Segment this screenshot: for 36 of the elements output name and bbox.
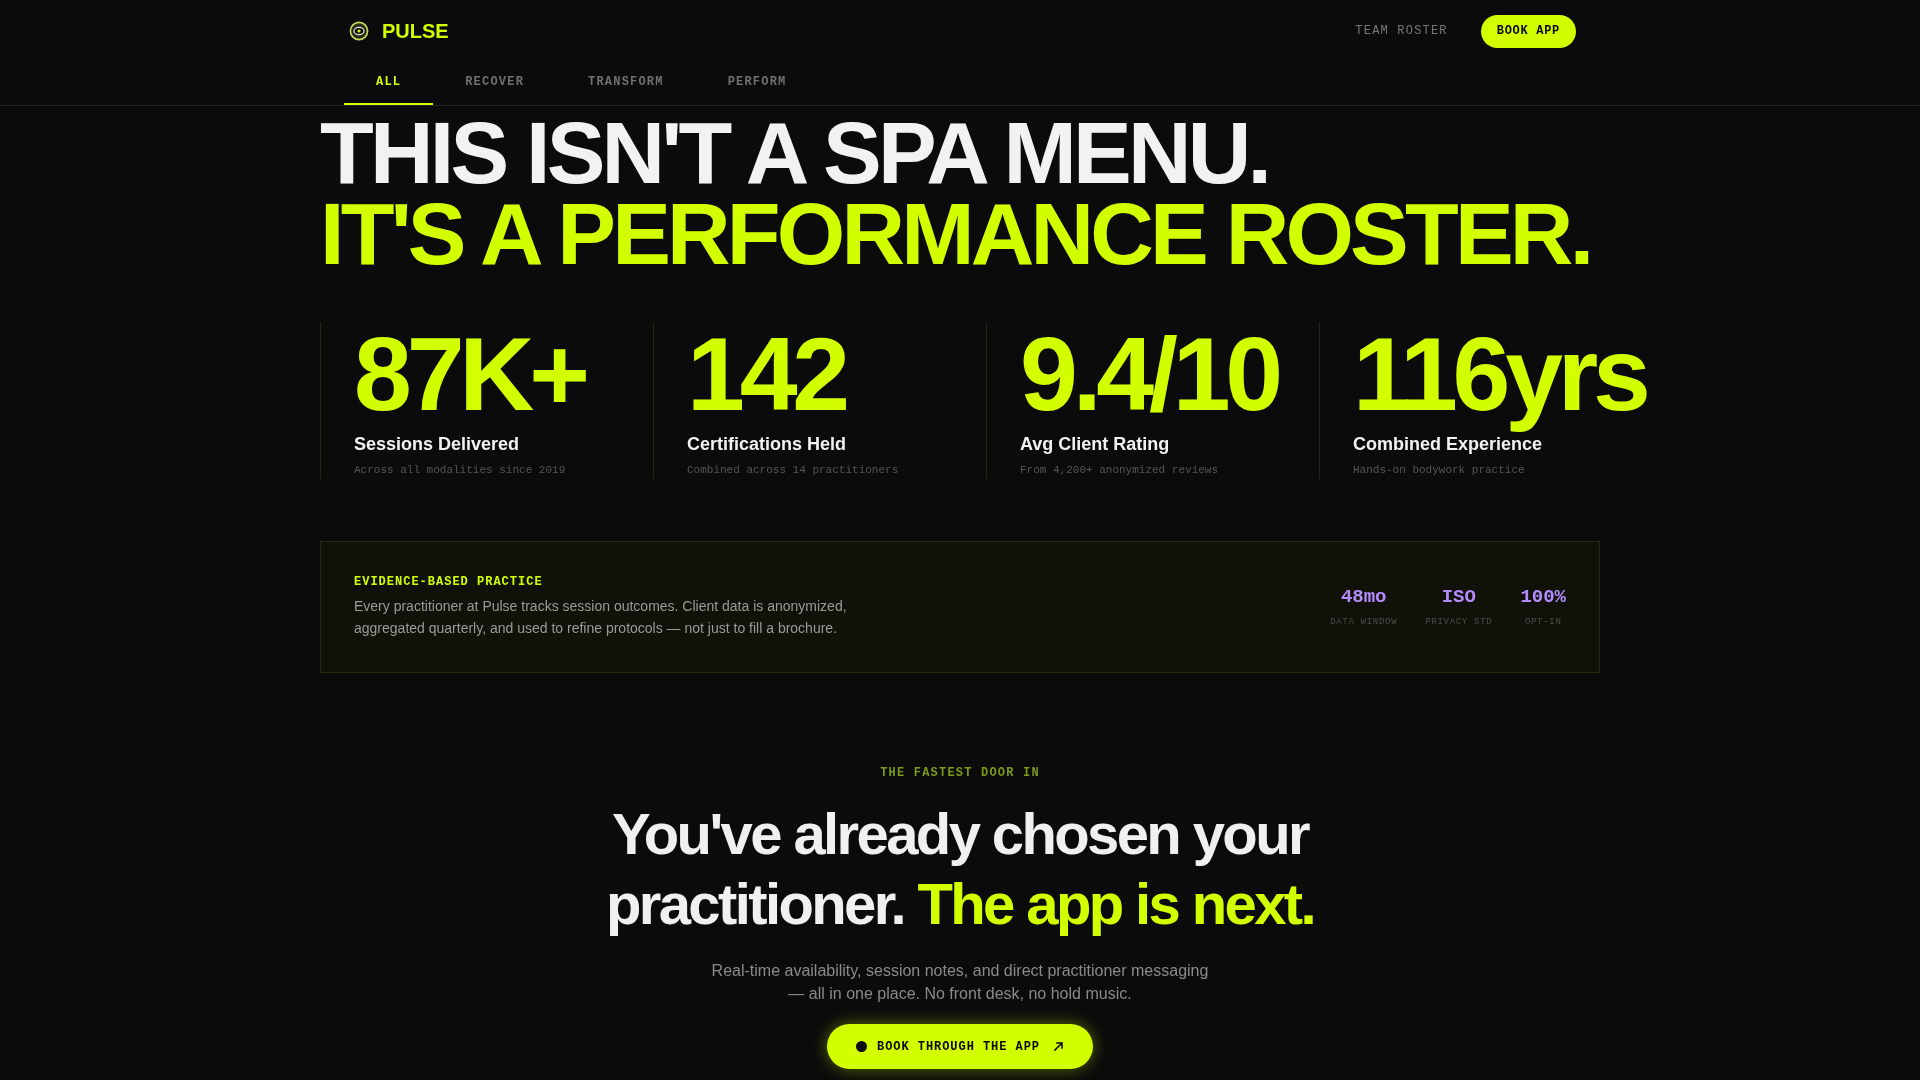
stat-label: Combined Experience [1353,433,1544,455]
stat-value: 142 [687,315,847,433]
hero-headline-accent: IT'S A PERFORMANCE ROSTER. [320,193,1592,274]
section-label: EVIDENCE-BASED PRACTICE [354,574,544,590]
metric-value: 100% [1520,585,1566,608]
evidence-text: Every practitioner at Pulse tracks session outcomes. Client data is anonymized, aggregated quarterly, and used to refine protocols — not just to fill a brochure. [354,597,848,638]
cta-heading: You've already chosen your practitioner. The app is next. [604,800,1316,938]
logo-icon [349,21,369,41]
metric-value: 48mo [1340,585,1387,608]
metric-label: OPT-IN [1524,615,1562,628]
metric-value: ISO [1441,585,1476,608]
stat-note: Combined across 14 practitioners [687,463,900,477]
metric-label: DATA WINDOW [1330,615,1398,628]
metric-label: PRIVACY STD [1425,615,1493,628]
stat-note: Across all modalities since 2019 [354,463,567,477]
dot-icon [856,1041,867,1052]
team-roster-link[interactable]: TEAM ROSTER [1355,24,1448,38]
book-app-button[interactable]: BOOK APP [1480,14,1576,48]
filter-tab[interactable]: RECOVER [433,62,557,105]
filter-tab[interactable]: ALL [344,62,434,105]
book-through-app-button[interactable]: BOOK THROUGH THE APP [827,1024,1093,1069]
hero-headline: THIS ISN'T A SPA MENU. [320,112,1270,193]
cta-text: Real-time availability, session notes, and direct practitioner messaging — all in one place. No front desk, no hold music. [710,961,1210,1004]
stat-value: 87K+ [354,315,587,433]
stat-label: Avg Client Rating [1020,433,1171,455]
stat-value: 116yrs [1353,315,1648,433]
stat-value: 9.4/10 [1020,315,1280,433]
filter-tab[interactable]: PERFORM [695,62,819,105]
filter-tab[interactable]: TRANSFORM [556,62,696,105]
arrow-icon [1054,1042,1063,1051]
section-eyebrow: THE FASTEST DOOR IN [880,765,1040,781]
stat-label: Certifications Held [687,433,848,455]
brand-logo-link[interactable]: PULSE [349,19,449,43]
stat-label: Sessions Delivered [354,433,521,455]
stat-note: From 4,200+ anonymized reviews [1020,463,1220,477]
stat-note: Hands-on bodywork practice [1353,463,1526,477]
